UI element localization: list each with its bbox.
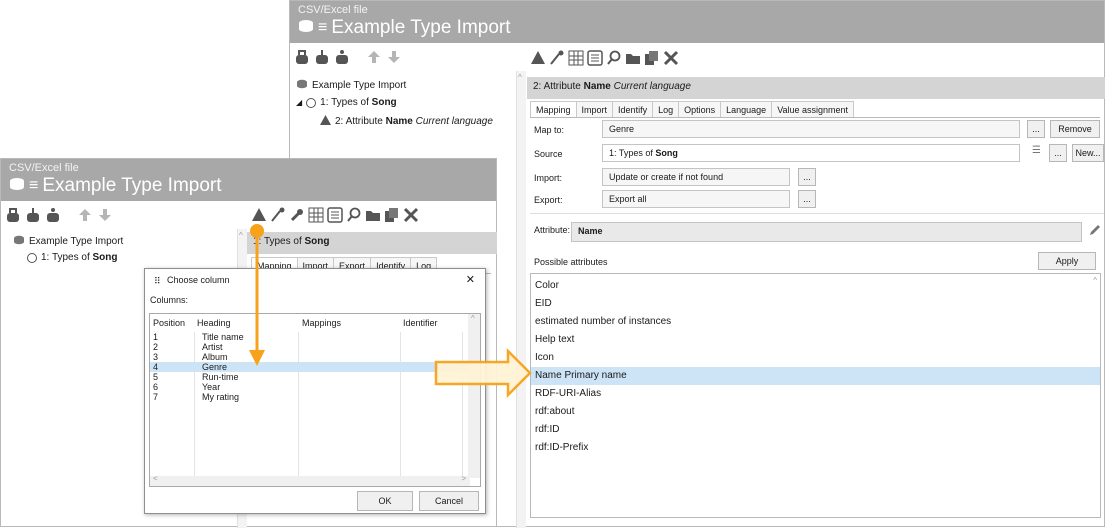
horizontal-arrow: [434, 347, 532, 399]
annotation-arrows: [249, 224, 532, 399]
vertical-arrow-head: [249, 350, 265, 366]
